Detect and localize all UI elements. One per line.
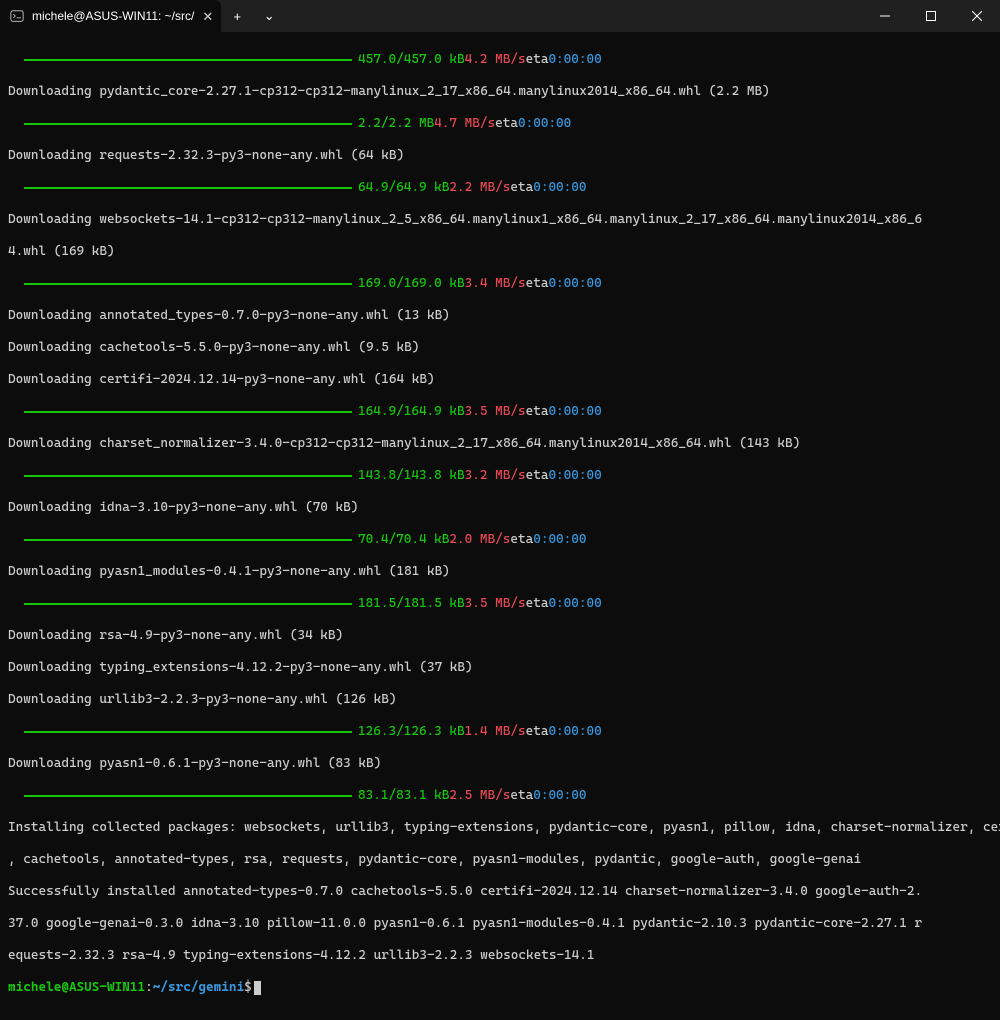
progress-bar: 126.3/126.3 kB 1.4 MB/s eta 0:00:00 [8, 724, 992, 740]
output-line: Downloading urllib3-2.2.3-py3-none-any.w… [8, 692, 992, 708]
output-line: Downloading pyasn1_modules-0.4.1-py3-non… [8, 564, 992, 580]
output-line: Downloading rsa-4.9-py3-none-any.whl (34… [8, 628, 992, 644]
output-line: Downloading cachetools-5.5.0-py3-none-an… [8, 340, 992, 356]
output-line: Downloading charset_normalizer-3.4.0-cp3… [8, 436, 992, 452]
prompt-user-host: michele@ASUS-WIN11 [8, 980, 145, 995]
prompt-symbol: $ [244, 980, 252, 995]
progress-bar: 2.2/2.2 MB 4.7 MB/s eta 0:00:00 [8, 116, 992, 132]
progress-bar: 83.1/83.1 kB 2.5 MB/s eta 0:00:00 [8, 788, 992, 804]
progress-bar: 457.0/457.0 kB 4.2 MB/s eta 0:00:00 [8, 52, 992, 68]
output-line: Downloading websockets-14.1-cp312-cp312-… [8, 212, 992, 228]
output-line: 4.whl (169 kB) [8, 244, 992, 260]
output-line: , cachetools, annotated-types, rsa, requ… [8, 852, 992, 868]
minimize-button[interactable] [862, 0, 908, 32]
progress-bar: 181.5/181.5 kB 3.5 MB/s eta 0:00:00 [8, 596, 992, 612]
window-controls [862, 0, 1000, 32]
terminal-icon [10, 9, 24, 23]
prompt-path: ~/src/gemini [153, 980, 244, 995]
prompt-line[interactable]: michele@ASUS-WIN11:~/src/gemini$ [8, 980, 992, 996]
close-window-button[interactable] [954, 0, 1000, 32]
progress-bar: 64.9/64.9 kB 2.2 MB/s eta 0:00:00 [8, 180, 992, 196]
cursor [254, 981, 261, 995]
output-line: Downloading idna-3.10-py3-none-any.whl (… [8, 500, 992, 516]
progress-bar: 143.8/143.8 kB 3.2 MB/s eta 0:00:00 [8, 468, 992, 484]
tab-dropdown-button[interactable]: ⌄ [253, 0, 285, 32]
maximize-button[interactable] [908, 0, 954, 32]
output-line: Downloading pyasn1-0.6.1-py3-none-any.wh… [8, 756, 992, 772]
output-line: equests-2.32.3 rsa-4.9 typing-extensions… [8, 948, 992, 964]
progress-bar: 70.4/70.4 kB 2.0 MB/s eta 0:00:00 [8, 532, 992, 548]
new-tab-button[interactable]: + [221, 0, 253, 32]
output-line: Downloading certifi-2024.12.14-py3-none-… [8, 372, 992, 388]
output-line: Successfully installed annotated-types-0… [8, 884, 992, 900]
output-line: Downloading typing_extensions-4.12.2-py3… [8, 660, 992, 676]
output-line: Downloading requests-2.32.3-py3-none-any… [8, 148, 992, 164]
output-line: Downloading annotated_types-0.7.0-py3-no… [8, 308, 992, 324]
active-tab[interactable]: michele@ASUS-WIN11: ~/src/ ✕ [0, 0, 221, 32]
output-line: Installing collected packages: websocket… [8, 820, 992, 836]
progress-bar: 164.9/164.9 kB 3.5 MB/s eta 0:00:00 [8, 404, 992, 420]
tab-title: michele@ASUS-WIN11: ~/src/ [32, 9, 194, 23]
titlebar: michele@ASUS-WIN11: ~/src/ ✕ + ⌄ [0, 0, 1000, 32]
progress-bar: 169.0/169.0 kB 3.4 MB/s eta 0:00:00 [8, 276, 992, 292]
terminal-output[interactable]: 457.0/457.0 kB 4.2 MB/s eta 0:00:00 Down… [0, 32, 1000, 1020]
output-line: Downloading pydantic_core-2.27.1-cp312-c… [8, 84, 992, 100]
close-tab-button[interactable]: ✕ [202, 10, 213, 23]
output-line: 37.0 google-genai-0.3.0 idna-3.10 pillow… [8, 916, 992, 932]
